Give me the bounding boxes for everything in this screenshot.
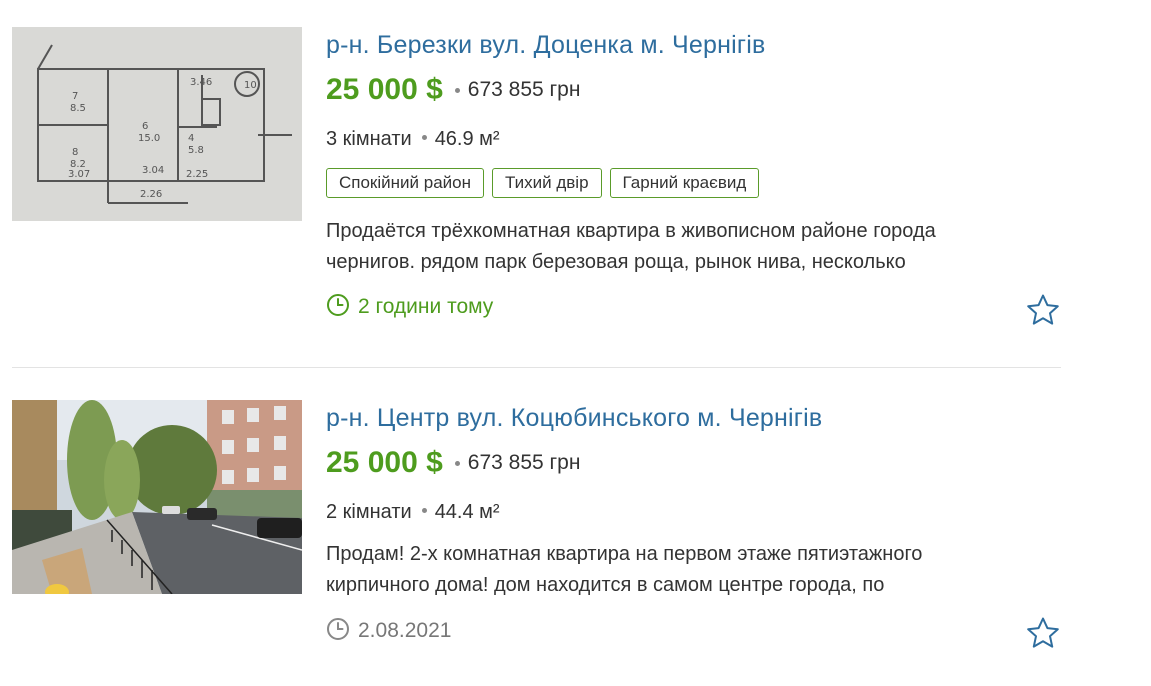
time-label: 2 години тому (358, 295, 494, 318)
street-photo (12, 400, 302, 594)
svg-text:5.8: 5.8 (188, 145, 204, 156)
svg-text:3.46: 3.46 (190, 77, 212, 88)
listing-specs: 2 кімнати 44.4 м² (326, 501, 500, 524)
price-uah: 673 855 грн (467, 451, 581, 474)
tag-calm-district[interactable]: Спокійний район (326, 168, 484, 198)
svg-text:6: 6 (142, 121, 148, 132)
separator-dot (454, 460, 460, 466)
favorite-button[interactable] (1026, 616, 1060, 655)
listing-photo-floor-plan[interactable]: 7 8.5 8 8.2 6 15.0 4 5.8 10 3.04 3.07 2.… (12, 27, 302, 221)
listing-photo-street[interactable] (12, 400, 302, 594)
listing-description[interactable]: Продаётся трёхкомнатная квартира в живоп… (326, 216, 1066, 278)
svg-text:8: 8 (72, 147, 78, 158)
listing-title-link[interactable]: р-н. Центр вул. Коцюбинського м. Чернігі… (326, 404, 822, 433)
svg-text:7: 7 (72, 91, 78, 102)
price-row: 25 000 $ 673 855 грн (326, 446, 580, 480)
rooms-count: 2 кімнати (326, 501, 412, 523)
rooms-count: 3 кімнати (326, 128, 412, 150)
area: 46.9 м² (434, 128, 500, 150)
svg-text:2.25: 2.25 (186, 169, 208, 180)
separator-dot (421, 508, 427, 514)
star-outline-icon (1027, 617, 1059, 648)
price-uah: 673 855 грн (467, 78, 581, 101)
listing-specs: 3 кімнати 46.9 м² (326, 128, 500, 151)
tag-list: Спокійний район Тихий двір Гарний краєвид (326, 168, 767, 198)
tag-nice-view[interactable]: Гарний краєвид (609, 168, 760, 198)
clock-icon (327, 618, 349, 641)
separator-dot (454, 87, 460, 93)
listing-divider (12, 367, 1061, 368)
floor-plan-photo: 7 8.5 8 8.2 6 15.0 4 5.8 10 3.04 3.07 2.… (12, 27, 302, 221)
listing-title-link[interactable]: р-н. Березки вул. Доценка м. Чернігів (326, 31, 765, 60)
clock-icon (327, 294, 349, 317)
star-outline-icon (1027, 294, 1059, 325)
tag-quiet-yard[interactable]: Тихий двір (492, 168, 602, 198)
description-line: Продам! 2-х комнатная квартира на первом… (326, 543, 923, 565)
time-label: 2.08.2021 (358, 619, 452, 642)
description-line: чернигов. рядом парк березовая роща, рын… (326, 251, 906, 273)
favorite-button[interactable] (1026, 293, 1060, 332)
listing-time: 2 години тому (326, 294, 494, 319)
svg-text:3.04: 3.04 (142, 165, 164, 176)
description-line: кирпичного дома! дом находится в самом ц… (326, 574, 885, 596)
svg-text:8.5: 8.5 (70, 103, 86, 114)
area: 44.4 м² (434, 501, 500, 523)
svg-text:10: 10 (244, 80, 257, 91)
svg-text:15.0: 15.0 (138, 133, 160, 144)
price-row: 25 000 $ 673 855 грн (326, 73, 580, 107)
listing-card: 7 8.5 8 8.2 6 15.0 4 5.8 10 3.04 3.07 2.… (0, 0, 1070, 368)
price-usd: 25 000 $ (326, 73, 443, 106)
svg-text:4: 4 (188, 133, 194, 144)
separator-dot (421, 135, 427, 141)
listing-description[interactable]: Продам! 2-х комнатная квартира на первом… (326, 539, 1066, 601)
svg-text:2.26: 2.26 (140, 189, 162, 200)
svg-text:3.07: 3.07 (68, 169, 90, 180)
listing-card: р-н. Центр вул. Коцюбинського м. Чернігі… (0, 369, 1070, 686)
description-line: Продаётся трёхкомнатная квартира в живоп… (326, 220, 936, 242)
price-usd: 25 000 $ (326, 446, 443, 479)
listing-time: 2.08.2021 (326, 618, 452, 643)
